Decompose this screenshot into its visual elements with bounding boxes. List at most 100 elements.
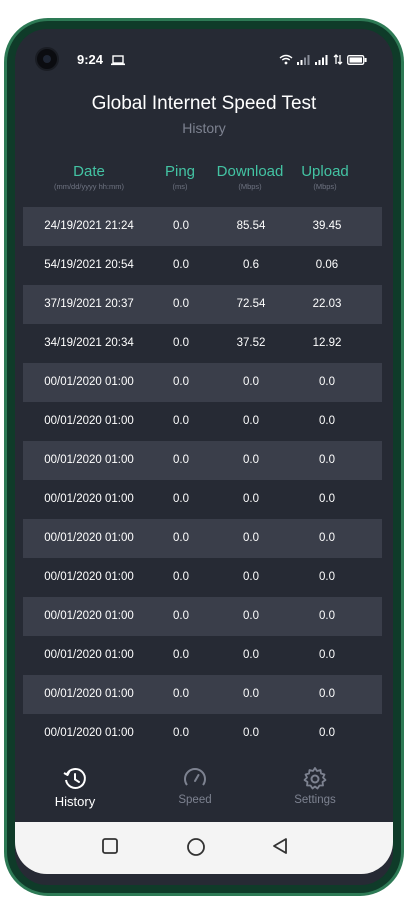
column-header-upload: Upload (Mbps): [293, 163, 357, 191]
table-row[interactable]: 00/01/2020 01:00 0.0 0.0 0.0: [23, 402, 382, 441]
home-button[interactable]: [186, 837, 206, 862]
cell-ping: 0.0: [173, 220, 189, 232]
cell-download: 0.0: [243, 610, 259, 622]
cell-ping: 0.0: [173, 571, 189, 583]
table-row[interactable]: 37/19/2021 20:37 0.0 72.54 22.03: [23, 285, 382, 324]
table-row[interactable]: 34/19/2021 20:34 0.0 37.52 12.92: [23, 324, 382, 363]
column-header-download: Download (Mbps): [210, 163, 290, 191]
cell-upload: 0.0: [319, 454, 335, 466]
column-unit-download: (Mbps): [238, 182, 262, 191]
cell-date: 34/19/2021 20:34: [44, 337, 134, 349]
cell-upload: 0.0: [319, 415, 335, 427]
bottom-navigation: History Speed Settings: [15, 754, 393, 824]
cell-date: 00/01/2020 01:00: [44, 688, 134, 700]
cell-date: 00/01/2020 01:00: [44, 571, 134, 583]
cell-ping: 0.0: [173, 493, 189, 505]
table-row[interactable]: 00/01/2020 01:00 0.0 0.0 0.0: [23, 519, 382, 558]
table-row[interactable]: 00/01/2020 01:00 0.0 0.0 0.0: [23, 363, 382, 402]
cell-upload: 0.0: [319, 610, 335, 622]
table-row[interactable]: 54/19/2021 20:54 0.0 0.6 0.06: [23, 246, 382, 285]
cell-upload: 12.92: [312, 337, 342, 349]
cell-ping: 0.0: [173, 532, 189, 544]
recent-apps-button[interactable]: [101, 837, 119, 860]
table-row[interactable]: 00/01/2020 01:00 0.0 0.0 0.0: [23, 675, 382, 714]
cell-upload: 0.06: [315, 259, 339, 271]
cell-date: 00/01/2020 01:00: [44, 415, 134, 427]
column-unit-date: (mm/dd/yyyy hh:mm): [53, 182, 124, 191]
signal-icon: [297, 52, 311, 70]
nav-speed[interactable]: Speed: [155, 766, 235, 806]
cell-ping: 0.0: [173, 259, 189, 271]
gear-icon: [275, 766, 355, 792]
table-row[interactable]: 00/01/2020 01:00 0.0 0.0 0.0: [23, 597, 382, 636]
history-table: 24/19/2021 21:24 0.0 85.54 39.45 54/19/2…: [23, 207, 382, 753]
cell-upload: 0.0: [319, 688, 335, 700]
cell-ping: 0.0: [173, 688, 189, 700]
cell-download: 37.52: [236, 337, 266, 349]
nav-speed-label: Speed: [178, 794, 212, 806]
cell-download: 0.0: [243, 688, 259, 700]
table-header: Date (mm/dd/yyyy hh:mm) Ping (ms) Downlo…: [15, 157, 393, 203]
table-row[interactable]: 00/01/2020 01:00 0.0 0.0 0.0: [23, 441, 382, 480]
column-title-download: Download: [216, 163, 284, 180]
cell-ping: 0.0: [173, 298, 189, 310]
cell-ping: 0.0: [173, 376, 189, 388]
front-camera: [35, 47, 59, 71]
app-title: Global Internet Speed Test: [91, 93, 317, 114]
cell-date: 00/01/2020 01:00: [44, 454, 134, 466]
column-unit-upload: (Mbps): [313, 182, 337, 191]
cell-ping: 0.0: [173, 415, 189, 427]
status-bar: 9:24: [15, 29, 393, 71]
column-title-date: Date: [73, 163, 105, 180]
cell-date: 54/19/2021 20:54: [44, 259, 134, 271]
cell-upload: 0.0: [319, 727, 335, 739]
table-row[interactable]: 00/01/2020 01:00 0.0 0.0 0.0: [23, 480, 382, 519]
system-navigation-bar: [15, 822, 393, 874]
cell-download: 0.0: [243, 649, 259, 661]
cell-upload: 39.45: [312, 220, 342, 232]
laptop-icon: [111, 53, 125, 71]
data-transfer-icon: [333, 52, 343, 70]
cell-download: 0.0: [243, 376, 259, 388]
cell-download: 0.0: [243, 571, 259, 583]
cell-date: 00/01/2020 01:00: [44, 649, 134, 661]
cell-date: 00/01/2020 01:00: [44, 727, 134, 739]
cell-date: 37/19/2021 20:37: [44, 298, 134, 310]
cell-download: 0.6: [243, 259, 259, 271]
wifi-icon: [279, 52, 293, 70]
history-icon: [35, 766, 115, 792]
nav-history[interactable]: History: [35, 766, 115, 809]
table-row[interactable]: 00/01/2020 01:00 0.0 0.0 0.0: [23, 714, 382, 753]
cell-date: 24/19/2021 21:24: [44, 220, 134, 232]
cell-download: 0.0: [243, 727, 259, 739]
phone-bezel: 9:24 Global Internet Speed Test History …: [7, 21, 401, 893]
cell-date: 00/01/2020 01:00: [44, 610, 134, 622]
cell-ping: 0.0: [173, 727, 189, 739]
cell-ping: 0.0: [173, 454, 189, 466]
app-screen: 9:24 Global Internet Speed Test History …: [15, 29, 393, 885]
status-icons: [279, 52, 367, 70]
cell-date: 00/01/2020 01:00: [44, 376, 134, 388]
column-title-ping: Ping: [164, 163, 196, 180]
cell-upload: 22.03: [312, 298, 342, 310]
status-time: 9:24: [77, 52, 104, 67]
nav-settings[interactable]: Settings: [275, 766, 355, 806]
cell-download: 85.54: [236, 220, 266, 232]
table-row[interactable]: 24/19/2021 21:24 0.0 85.54 39.45: [23, 207, 382, 246]
cell-download: 0.0: [243, 454, 259, 466]
cell-upload: 0.0: [319, 532, 335, 544]
table-row[interactable]: 00/01/2020 01:00 0.0 0.0 0.0: [23, 558, 382, 597]
cell-upload: 0.0: [319, 376, 335, 388]
speedometer-icon: [155, 766, 235, 792]
cell-upload: 0.0: [319, 493, 335, 505]
phone-frame: 9:24 Global Internet Speed Test History …: [4, 18, 404, 896]
cell-download: 0.0: [243, 532, 259, 544]
nav-history-label: History: [54, 794, 96, 809]
column-header-ping: Ping (ms): [160, 163, 200, 191]
column-header-date: Date (mm/dd/yyyy hh:mm): [29, 163, 149, 191]
cell-upload: 0.0: [319, 571, 335, 583]
table-row[interactable]: 00/01/2020 01:00 0.0 0.0 0.0: [23, 636, 382, 675]
back-button[interactable]: [271, 837, 289, 860]
cell-download: 0.0: [243, 415, 259, 427]
signal-icon-secondary: [315, 52, 329, 70]
